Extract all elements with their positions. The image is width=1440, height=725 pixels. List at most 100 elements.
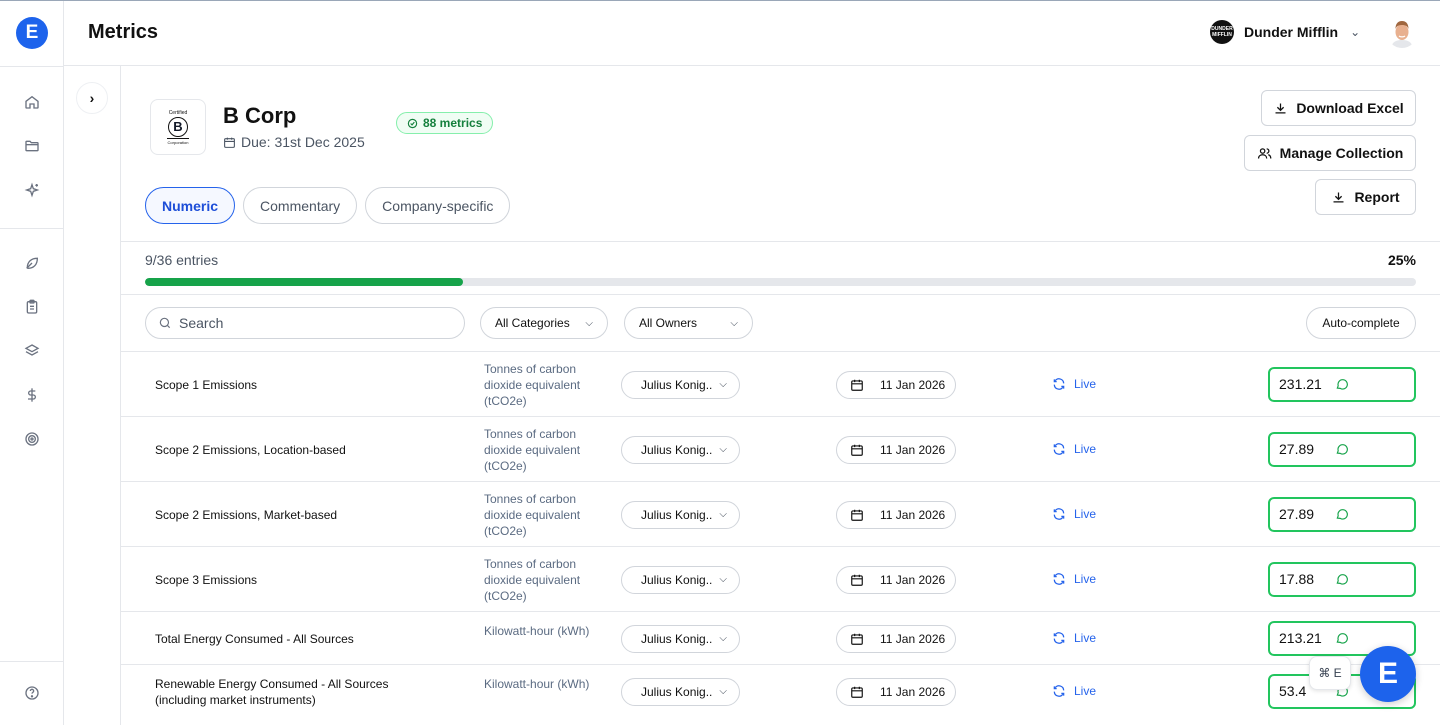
help-icon[interactable] [22,683,42,703]
tab-numeric[interactable]: Numeric [145,187,236,224]
download-icon [1275,103,1286,113]
comment-icon[interactable] [1335,377,1349,391]
metric-value: 17.88 [1279,571,1315,587]
metric-name: Scope 1 Emissions [155,377,258,392]
comment-icon[interactable] [1335,572,1349,586]
comment-icon[interactable] [1335,442,1349,456]
live-status-text: Live [1074,683,1097,698]
owners-dropdown[interactable]: All Owners ⌵ [624,307,753,339]
refresh-icon [1053,377,1065,390]
table-row: Scope 1 Emissions Tonnes of carbon dioxid… [121,351,1440,416]
progress-fill [145,278,463,286]
owner-name: Julius Konig.. [641,572,713,587]
due-date-text: 11 Jan 2026 [880,507,946,522]
refresh-icon [1053,684,1065,697]
table-row: Renewable Energy Consumed - All Sources … [121,664,1440,717]
auto-complete-button[interactable]: Auto-complete [1306,307,1416,339]
layers-icon[interactable] [22,341,42,361]
comment-icon[interactable] [1335,631,1349,645]
org-switcher[interactable]: DUNDER MIFFLIN Dunder Mifflin ⌄ [1210,20,1360,44]
metric-unit: Tonnes of carbon dioxide equivalent (tCO… [484,556,581,603]
owner-dropdown[interactable]: Julius Konig.. ⌵ [621,565,740,594]
owner-name: Julius Konig.. [641,507,713,522]
report-button[interactable]: Report [1315,179,1416,215]
categories-dropdown[interactable]: All Categories ⌵ [480,307,608,339]
users-icon [1257,147,1272,159]
chevron-down-icon: ⌵ [585,317,593,329]
divider [121,241,1440,242]
assistant-button[interactable]: E [1360,646,1416,702]
metric-value-input[interactable]: 231.21 [1268,366,1416,402]
due-date-picker[interactable]: 11 Jan 2026 [836,565,956,594]
due-date-picker[interactable]: 11 Jan 2026 [836,677,956,706]
owners-label: All Owners [639,316,698,330]
due-date-picker[interactable]: 11 Jan 2026 [836,500,956,529]
tab-commentary[interactable]: Commentary [243,187,358,224]
calendar-icon [851,686,863,698]
user-avatar[interactable] [1387,18,1417,48]
tab-company-specific[interactable]: Company-specific [365,187,511,224]
home-icon[interactable] [22,92,42,112]
metric-unit: Tonnes of carbon dioxide equivalent (tCO… [484,361,581,408]
live-status-link[interactable]: Live [1052,442,1096,456]
app-logo[interactable]: E [16,17,48,49]
rail-divider [0,228,63,229]
metric-unit: Tonnes of carbon dioxide equivalent (tCO… [484,426,581,473]
due-date-picker[interactable]: 11 Jan 2026 [836,624,956,653]
due-date-picker[interactable]: 11 Jan 2026 [836,435,956,464]
refresh-icon [1053,507,1065,520]
chevron-down-icon: ⌵ [719,379,727,390]
due-date-text: 11 Jan 2026 [880,631,946,646]
search-input[interactable]: Search [145,307,465,339]
dollar-icon[interactable] [22,385,42,405]
owner-name: Julius Konig.. [641,631,713,646]
metric-value: 27.89 [1279,441,1315,457]
owner-dropdown[interactable]: Julius Konig.. ⌵ [621,370,740,399]
live-status-link[interactable]: Live [1052,631,1096,645]
live-status-text: Live [1074,571,1097,586]
sparkles-icon[interactable] [22,180,42,200]
live-status-link[interactable]: Live [1052,507,1096,521]
live-status-link[interactable]: Live [1052,377,1096,391]
live-status-link[interactable]: Live [1052,684,1096,698]
live-status-link[interactable]: Live [1052,572,1096,586]
app-window: E Metrics DUNDER MIFFLIN Dunder Mifflin … [0,0,1440,725]
metrics-table: Scope 1 Emissions Tonnes of carbon dioxid… [121,351,1440,717]
org-logo: DUNDER MIFFLIN [1210,20,1234,44]
owner-name: Julius Konig.. [641,684,713,699]
metric-name: Scope 2 Emissions, Market-based [155,507,338,522]
collapsed-sidebar: › [64,66,121,725]
live-status-text: Live [1074,441,1097,456]
metric-value-input[interactable]: 27.89 [1268,496,1416,532]
refresh-icon [1053,631,1065,644]
metrics-count-badge: 88 metrics [396,112,494,134]
target-icon[interactable] [22,429,42,449]
logo-rule [167,137,189,139]
calendar-icon [224,137,235,148]
progress-percent: 25% [1387,252,1416,268]
metric-value-input[interactable]: 27.89 [1268,431,1416,467]
due-date-picker[interactable]: 11 Jan 2026 [836,370,956,399]
download-excel-button[interactable]: Download Excel [1261,90,1416,126]
clipboard-icon[interactable] [22,297,42,317]
expand-sidebar-button[interactable]: › [76,82,108,114]
leaf-icon[interactable] [22,253,42,273]
owner-dropdown[interactable]: Julius Konig.. ⌵ [621,500,740,529]
search-placeholder: Search [179,315,224,331]
metric-value: 231.21 [1279,376,1322,392]
comment-icon[interactable] [1335,507,1349,521]
owner-dropdown[interactable]: Julius Konig.. ⌵ [621,677,740,706]
calendar-icon [851,633,863,645]
chevron-right-icon: › [89,90,95,106]
chevron-down-icon: ⌵ [730,317,738,329]
folder-icon[interactable] [22,136,42,156]
due-text: Due: 31st Dec 2025 [241,134,365,150]
metric-value: 213.21 [1279,630,1322,646]
owner-dropdown[interactable]: Julius Konig.. ⌵ [621,435,740,464]
manage-collection-button[interactable]: Manage Collection [1244,135,1416,171]
metric-value-input[interactable]: 17.88 [1268,561,1416,597]
live-status-text: Live [1074,376,1097,391]
owner-dropdown[interactable]: Julius Konig.. ⌵ [621,624,740,653]
download-icon [1333,192,1344,202]
report-label: Report [1354,189,1400,205]
